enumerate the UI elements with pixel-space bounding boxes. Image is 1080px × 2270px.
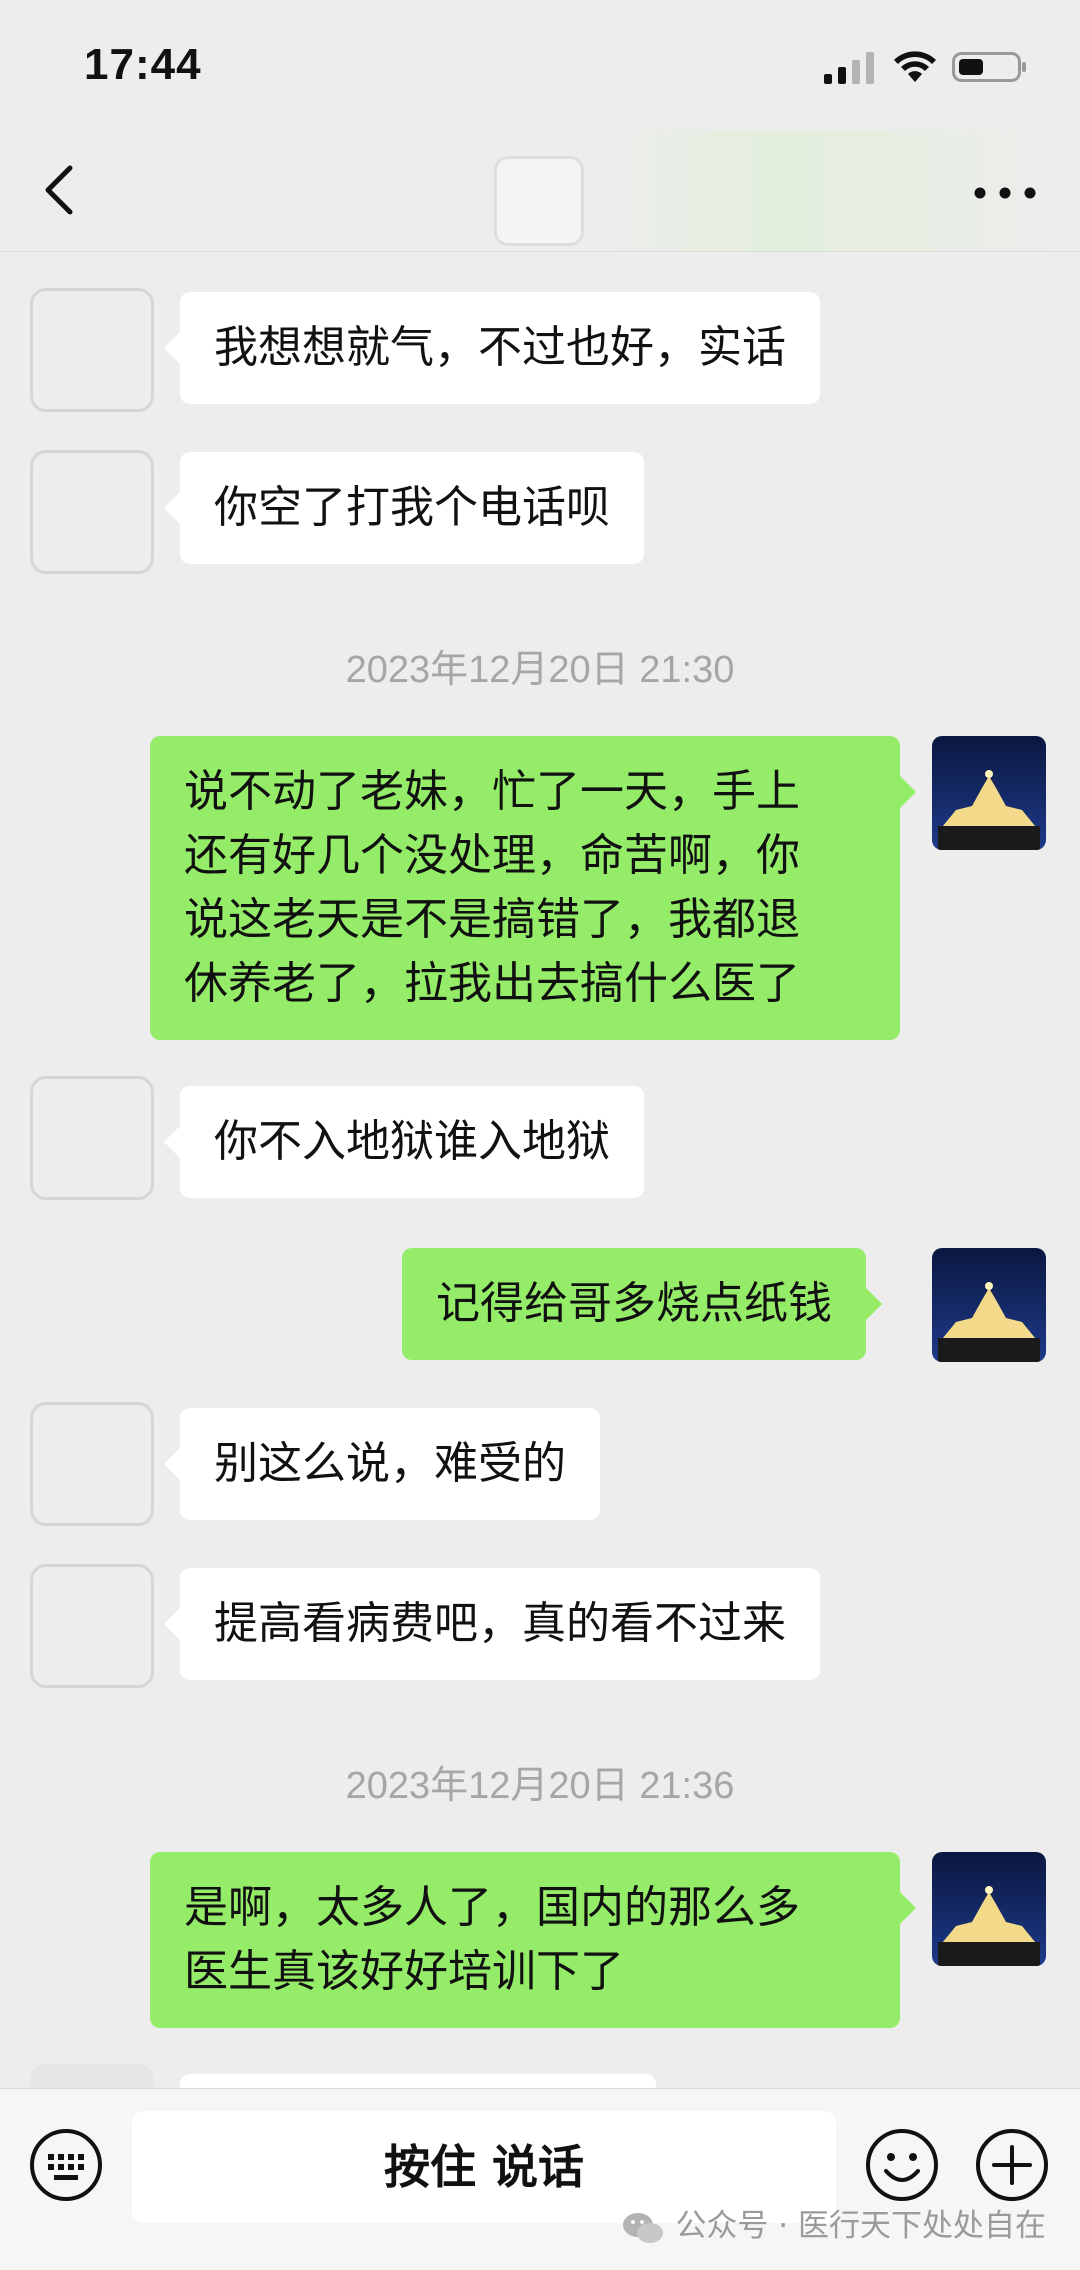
contact-avatar[interactable] <box>30 1564 154 1688</box>
message-line: 休养老了，拉我出去搞什么医了 <box>184 958 800 1009</box>
contact-avatar[interactable] <box>30 450 154 574</box>
emoji-icon[interactable] <box>864 2127 940 2203</box>
contact-avatar[interactable] <box>30 288 154 412</box>
message-bubble-received[interactable]: 你空了打我个电话呗 <box>164 452 644 564</box>
message-line: 说这老天是不是搞错了，我都退 <box>184 894 800 945</box>
contact-title-avatar[interactable] <box>494 156 584 246</box>
message-bubble-sent[interactable]: 是啊，太多人了，国内的那么多 医生真该好好培训下了 <box>150 1852 916 2028</box>
cellular-signal-icon <box>824 52 874 84</box>
status-icons <box>808 48 1028 88</box>
wechat-logo-icon <box>623 2212 664 2243</box>
watermark: 公众号 · 医行天下处处自在 <box>621 2204 1046 2248</box>
message-bubble-sent[interactable]: 记得给哥多烧点纸钱 <box>402 1248 882 1360</box>
message-bubble-received[interactable]: 你不入地狱谁入地狱 <box>164 1086 644 1198</box>
message-bubble-received[interactable]: 我想想就气，不过也好，实话 <box>164 292 820 404</box>
chat-timestamp: 2023年12月20日 21:36 <box>345 1765 735 1807</box>
message-bubble-sent[interactable]: 说不动了老妹，忙了一天，手上 还有好几个没处理，命苦啊，你 说这老天是不是搞错了… <box>150 736 916 1040</box>
message-line: 是啊，太多人了，国内的那么多 <box>184 1882 800 1933</box>
contact-avatar-partial[interactable] <box>30 2064 154 2088</box>
contact-avatar[interactable] <box>30 1402 154 1526</box>
battery-icon <box>952 52 1026 82</box>
temple-night-avatar-image <box>932 1248 1046 1362</box>
plus-icon[interactable] <box>974 2127 1050 2203</box>
message-bubble-partial[interactable] <box>180 2074 656 2088</box>
temple-night-avatar-image <box>932 1852 1046 1966</box>
chat-message-list[interactable]: 我想想就气，不过也好，实话 你空了打我个电话呗 2023年12月20日 21:3… <box>0 252 1080 2088</box>
chat-timestamp: 2023年12月20日 21:30 <box>345 649 735 691</box>
status-time: 17:44 <box>84 40 202 89</box>
chat-header <box>0 130 1080 252</box>
message-line: 还有好几个没处理，命苦啊，你 <box>184 830 800 881</box>
keyboard-icon[interactable] <box>28 2127 104 2203</box>
message-text: 提高看病费吧，真的看不过来 <box>214 1598 786 1649</box>
message-text: 记得给哥多烧点纸钱 <box>436 1278 832 1329</box>
wifi-icon <box>894 51 936 82</box>
more-dots-icon[interactable] <box>970 178 1040 208</box>
message-text: 我想想就气，不过也好，实话 <box>214 322 786 373</box>
message-bubble-received[interactable]: 提高看病费吧，真的看不过来 <box>164 1568 820 1680</box>
my-avatar[interactable] <box>932 1248 1046 1362</box>
temple-night-avatar-image <box>932 736 1046 850</box>
my-avatar[interactable] <box>932 1852 1046 1966</box>
contact-avatar[interactable] <box>30 1076 154 1200</box>
message-text: 别这么说，难受的 <box>214 1438 566 1489</box>
message-line: 说不动了老妹，忙了一天，手上 <box>184 766 800 817</box>
my-avatar[interactable] <box>932 736 1046 850</box>
watermark-text: 公众号 · 医行天下处处自在 <box>675 2208 1046 2244</box>
message-text: 你不入地狱谁入地狱 <box>214 1116 610 1167</box>
back-chevron-icon[interactable] <box>36 160 86 220</box>
message-bubble-received[interactable]: 别这么说，难受的 <box>164 1408 600 1520</box>
status-bar: 17:44 <box>0 0 1080 130</box>
message-text: 你空了打我个电话呗 <box>214 482 610 533</box>
message-line: 医生真该好好培训下了 <box>184 1946 624 1997</box>
